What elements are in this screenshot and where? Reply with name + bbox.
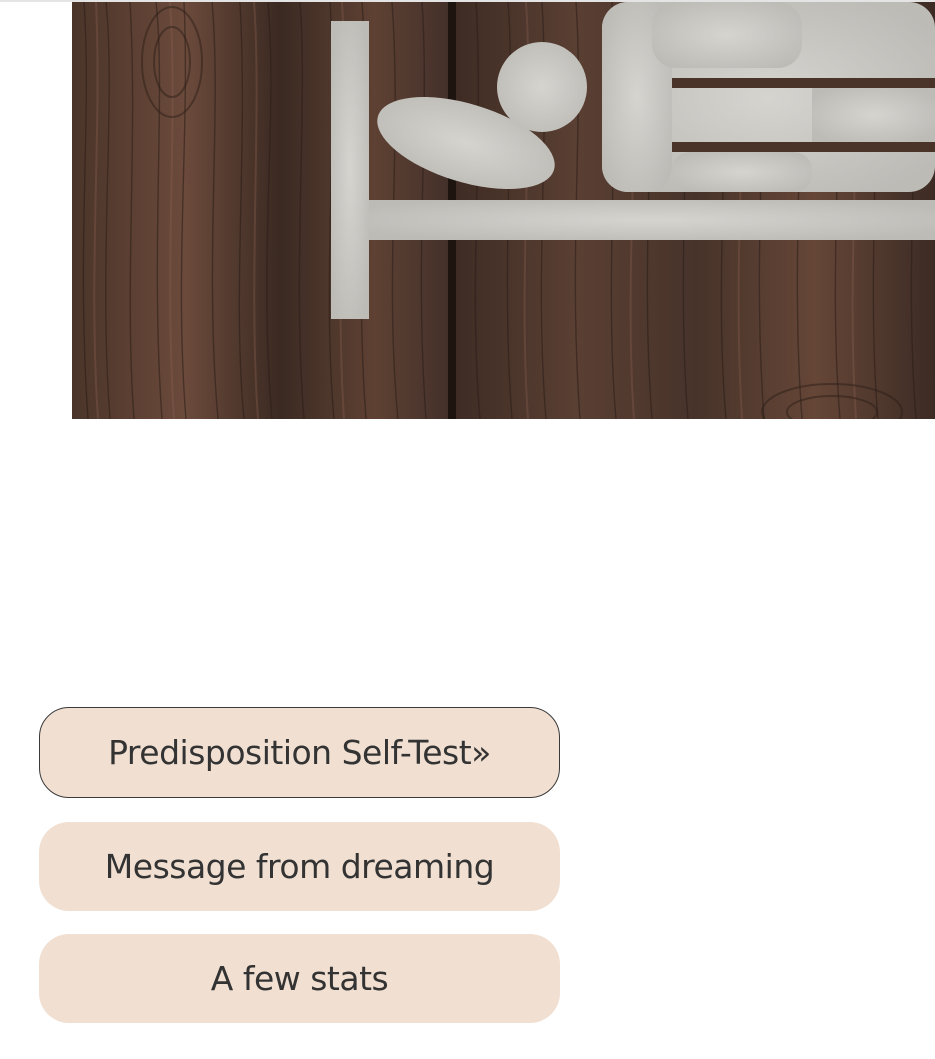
a-few-stats-button[interactable]: A few stats <box>39 934 560 1023</box>
predisposition-self-test-label: Predisposition Self-Test» <box>108 733 491 772</box>
a-few-stats-label: A few stats <box>210 959 389 998</box>
hero-image <box>72 2 935 419</box>
hero-banner <box>72 2 935 419</box>
message-from-dreaming-label: Message from dreaming <box>104 847 495 886</box>
message-from-dreaming-button[interactable]: Message from dreaming <box>39 822 560 911</box>
predisposition-self-test-button[interactable]: Predisposition Self-Test» <box>39 707 560 798</box>
